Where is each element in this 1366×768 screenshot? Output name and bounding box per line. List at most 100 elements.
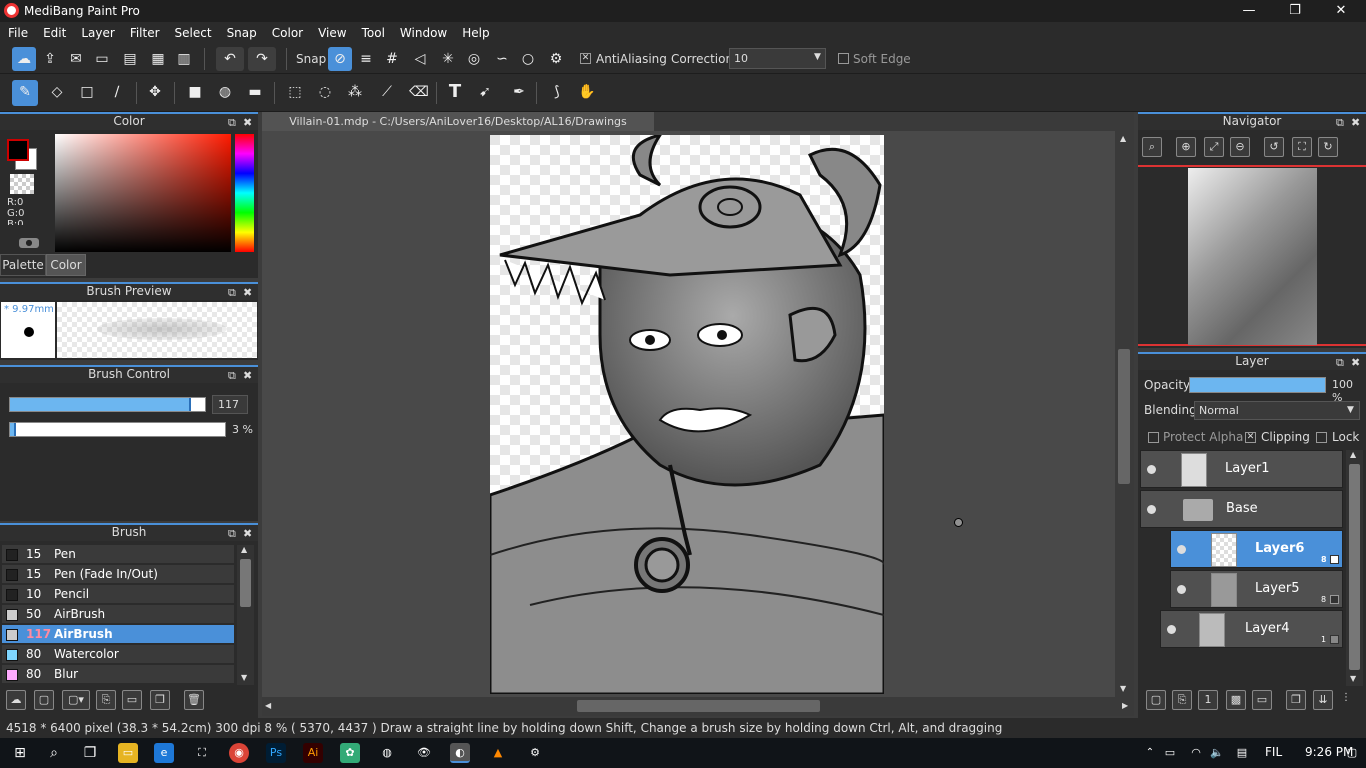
more-options-icon[interactable]: ⋮: [1341, 692, 1351, 703]
color-picker-toggle-icon[interactable]: ●: [19, 238, 39, 248]
folder-icon[interactable]: ▭: [122, 690, 142, 710]
blur-tool-icon[interactable]: ∕: [104, 80, 130, 106]
brush-list-item[interactable]: 80 Blur: [2, 665, 234, 684]
cloud-icon[interactable]: ☁: [12, 47, 36, 71]
snap-circle-icon[interactable]: ○: [516, 47, 540, 71]
menu-help[interactable]: Help: [454, 22, 496, 40]
hue-slider[interactable]: [235, 134, 254, 252]
tray-chevron-up-icon[interactable]: ⌃: [1140, 743, 1160, 763]
menu-filter[interactable]: Filter: [122, 22, 167, 40]
correction-select[interactable]: 10 ▼: [729, 48, 826, 69]
new-1bit-layer-icon[interactable]: 1: [1198, 690, 1218, 710]
fit-icon[interactable]: ⤢: [1204, 137, 1224, 157]
visibility-eye-icon[interactable]: [1147, 465, 1156, 474]
brush-size-value[interactable]: 117: [212, 395, 248, 414]
close-button[interactable]: ✕: [1318, 0, 1364, 22]
messenger-icon[interactable]: ◍: [377, 743, 397, 763]
fill-rect-tool-icon[interactable]: ■: [182, 80, 208, 106]
search-icon[interactable]: ⌕: [44, 743, 64, 763]
popout-icon[interactable]: ⧉: [1336, 115, 1344, 130]
menu-tool[interactable]: Tool: [354, 22, 392, 40]
rotate-right-icon[interactable]: ↻: [1318, 137, 1338, 157]
canvas-vertical-scrollbar[interactable]: ▲ ▼: [1115, 131, 1134, 697]
move-tool-icon[interactable]: ✥: [142, 80, 168, 106]
scroll-down-icon[interactable]: ▼: [241, 673, 247, 682]
visibility-eye-icon[interactable]: [1147, 505, 1156, 514]
eye-app-icon[interactable]: 👁: [414, 743, 434, 763]
task-view-icon[interactable]: ❐: [80, 743, 100, 763]
input-language[interactable]: FIL: [1265, 745, 1282, 759]
layer-list-scrollbar[interactable]: ▲ ▼: [1346, 450, 1363, 686]
snap-settings-icon[interactable]: ⚙: [544, 47, 568, 71]
transparent-color-swatch[interactable]: [10, 174, 34, 194]
menu-window[interactable]: Window: [392, 22, 454, 40]
page-settings-icon[interactable]: ▥: [172, 47, 196, 71]
scroll-thumb[interactable]: [577, 700, 820, 712]
copy-brush-icon[interactable]: ⎘: [96, 690, 116, 710]
antialiasing-checkbox[interactable]: ✕: [580, 53, 591, 64]
canvas-artwork[interactable]: [488, 132, 886, 696]
new-halftone-layer-icon[interactable]: ⎘: [1172, 690, 1192, 710]
scroll-thumb[interactable]: [1118, 349, 1130, 484]
snap-parallel-icon[interactable]: ≡: [354, 47, 378, 71]
bucket-tool-icon[interactable]: ◍: [212, 80, 238, 106]
upload-icon[interactable]: ⇪: [38, 47, 62, 71]
scroll-down-icon[interactable]: ▼: [1120, 684, 1126, 693]
snap-concentric-icon[interactable]: ◎: [462, 47, 486, 71]
magic-wand-tool-icon[interactable]: ⁂: [342, 80, 368, 106]
scroll-up-icon[interactable]: ▲: [1120, 134, 1126, 143]
file-explorer-icon[interactable]: ▭: [118, 743, 138, 763]
undo-button[interactable]: ↶: [216, 47, 244, 71]
scroll-up-icon[interactable]: ▲: [1350, 450, 1356, 459]
vlc-icon[interactable]: ▲: [488, 743, 508, 763]
select-rect-tool-icon[interactable]: ⬚: [282, 80, 308, 106]
menu-layer[interactable]: Layer: [73, 22, 121, 40]
snap-perspective-icon[interactable]: ◁: [408, 47, 432, 71]
menu-color[interactable]: Color: [264, 22, 310, 40]
store-icon[interactable]: ⛶: [192, 743, 212, 763]
popout-icon[interactable]: ⧉: [228, 526, 236, 541]
chrome-icon[interactable]: ◉: [229, 743, 249, 763]
brush-cloud-icon[interactable]: ☁: [6, 690, 26, 710]
close-icon[interactable]: ✖: [1351, 355, 1360, 370]
illustrator-icon[interactable]: Ai: [303, 743, 323, 763]
menu-file[interactable]: File: [0, 22, 35, 40]
zoom-glass-icon[interactable]: ⌕: [1142, 137, 1162, 157]
brush-opacity-slider[interactable]: [9, 422, 226, 437]
hand-tool-icon[interactable]: ✋: [574, 80, 600, 106]
visibility-eye-icon[interactable]: [1177, 545, 1186, 554]
visibility-eye-icon[interactable]: [1177, 585, 1186, 594]
snap-off-icon[interactable]: ⊘: [328, 47, 352, 71]
menu-edit[interactable]: Edit: [35, 22, 73, 40]
text-tool-icon[interactable]: T: [442, 80, 468, 106]
layer-opacity-slider[interactable]: [1189, 377, 1326, 393]
maximize-button[interactable]: ❐: [1272, 0, 1318, 22]
page-icon[interactable]: ▤: [118, 47, 142, 71]
operation-tool-icon[interactable]: ➹: [472, 80, 498, 106]
brush-list-item[interactable]: 117 AirBrush: [2, 625, 234, 644]
medibang-taskbar-icon[interactable]: ◐: [450, 743, 470, 763]
scroll-thumb[interactable]: [1349, 464, 1360, 670]
close-icon[interactable]: ✖: [243, 526, 252, 541]
brush-list-scrollbar[interactable]: ▲ ▼: [237, 545, 254, 685]
layer-row-layer1[interactable]: Layer1: [1140, 450, 1343, 488]
tab-color[interactable]: Color: [46, 254, 86, 276]
foreground-color-swatch[interactable]: [7, 139, 29, 161]
zoom-out-icon[interactable]: ⊖: [1230, 137, 1250, 157]
divide-tool-icon[interactable]: ✒: [506, 80, 532, 106]
page-manage-icon[interactable]: ▦: [146, 47, 170, 71]
close-icon[interactable]: ✖: [243, 368, 252, 383]
layer-row-layer4[interactable]: Layer4 1: [1160, 610, 1343, 648]
select-pen-tool-icon[interactable]: ⟋: [374, 80, 400, 106]
brush-list-item[interactable]: 50 AirBrush: [2, 605, 234, 624]
menu-select[interactable]: Select: [167, 22, 219, 40]
saturation-value-picker[interactable]: [55, 134, 231, 252]
new-layer-icon[interactable]: ▢: [1146, 690, 1166, 710]
brush-list-item[interactable]: 15 Pen: [2, 545, 234, 564]
wifi-icon[interactable]: ◠: [1186, 743, 1206, 763]
menu-view[interactable]: View: [310, 22, 353, 40]
reset-view-icon[interactable]: ⛶: [1292, 137, 1312, 157]
visibility-eye-icon[interactable]: [1167, 625, 1176, 634]
action-center-icon[interactable]: ▢: [1342, 743, 1362, 763]
layer-row-layer6[interactable]: Layer6 8: [1170, 530, 1343, 568]
